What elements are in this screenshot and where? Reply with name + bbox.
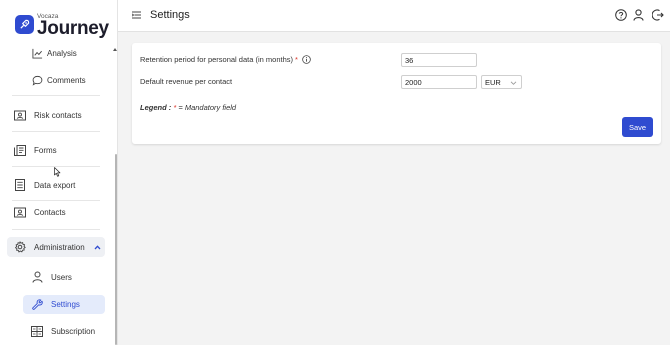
user-account-icon[interactable] (632, 8, 645, 21)
help-icon[interactable] (614, 8, 627, 21)
currency-select[interactable]: EUR (481, 75, 522, 89)
wrench-icon (31, 298, 43, 310)
contact-card-icon (14, 206, 26, 218)
sidebar-item-label: Analysis (47, 48, 77, 58)
chevron-down-icon (510, 79, 517, 88)
sidebar-item-label: Data export (34, 180, 76, 190)
save-button[interactable]: Save (622, 117, 653, 137)
sidebar-item-label: Forms (34, 145, 57, 155)
sidebar-item-label: Subscription (51, 326, 96, 336)
retention-label: Retention period for personal data (in m… (140, 55, 294, 64)
menu-toggle-icon[interactable] (130, 9, 142, 21)
sidebar-item-label: Contacts (34, 207, 66, 217)
settings-card: Retention period for personal data (in m… (132, 43, 661, 144)
comment-icon (31, 74, 43, 86)
sidebar-divider (12, 200, 100, 201)
sidebar-item-label: Users (51, 272, 72, 282)
sidebar-item-subscription[interactable]: Subscription (31, 322, 95, 340)
subscription-icon (31, 325, 43, 337)
brand-name: Journey (37, 18, 109, 39)
logout-icon[interactable] (651, 8, 664, 21)
sidebar-item-label: Risk contacts (34, 110, 82, 120)
required-marker: * (295, 55, 298, 64)
currency-value: EUR (485, 77, 501, 87)
sidebar-scrollbar[interactable] (115, 154, 117, 345)
sidebar-item-label: Comments (47, 75, 86, 85)
revenue-label: Default revenue per contact (140, 77, 233, 86)
scroll-up-arrow[interactable] (113, 48, 117, 51)
gear-icon (14, 241, 26, 253)
page-title: Settings (150, 9, 190, 21)
info-icon[interactable] (302, 55, 311, 64)
sidebar-item-comments[interactable]: Comments (31, 71, 86, 89)
document-icon (14, 179, 26, 191)
sidebar-item-label: Administration (34, 242, 85, 252)
sidebar-item-contacts[interactable]: Contacts (14, 203, 66, 221)
sidebar-item-settings-content: Settings (31, 295, 80, 313)
chevron-up-icon[interactable] (94, 244, 101, 250)
sidebar-item-administration-content: Administration (14, 238, 101, 256)
mouse-cursor-icon (54, 167, 61, 179)
sidebar-item-data-export[interactable]: Data export (14, 176, 75, 194)
retention-period-input[interactable] (401, 53, 477, 67)
sidebar-item-analysis[interactable]: Analysis (31, 44, 77, 62)
sidebar-divider (12, 131, 100, 132)
sidebar-divider (12, 229, 100, 230)
chart-line-icon (31, 47, 43, 59)
sidebar-item-forms[interactable]: Forms (14, 141, 57, 159)
contact-card-icon (14, 109, 26, 121)
sidebar-item-users[interactable]: Users (31, 268, 72, 286)
default-revenue-input[interactable] (401, 75, 477, 89)
sidebar-divider (12, 95, 100, 96)
rocket-icon (15, 14, 34, 34)
revenue-label-row: Default revenue per contact (140, 77, 232, 86)
sidebar-item-label: Settings (51, 299, 80, 309)
mandatory-legend: Legend : * = Mandatory field (140, 103, 236, 112)
user-icon (31, 271, 43, 283)
app-logo[interactable]: Vocaza Journey (15, 11, 109, 39)
top-header: Settings (118, 0, 670, 32)
retention-label-row: Retention period for personal data (in m… (140, 55, 311, 64)
forms-icon (14, 144, 26, 156)
legend-text: = Mandatory field (178, 103, 237, 112)
sidebar-item-risk-contacts[interactable]: Risk contacts (14, 106, 82, 124)
legend-label: Legend : (140, 103, 172, 112)
legend-star: * (173, 103, 177, 112)
